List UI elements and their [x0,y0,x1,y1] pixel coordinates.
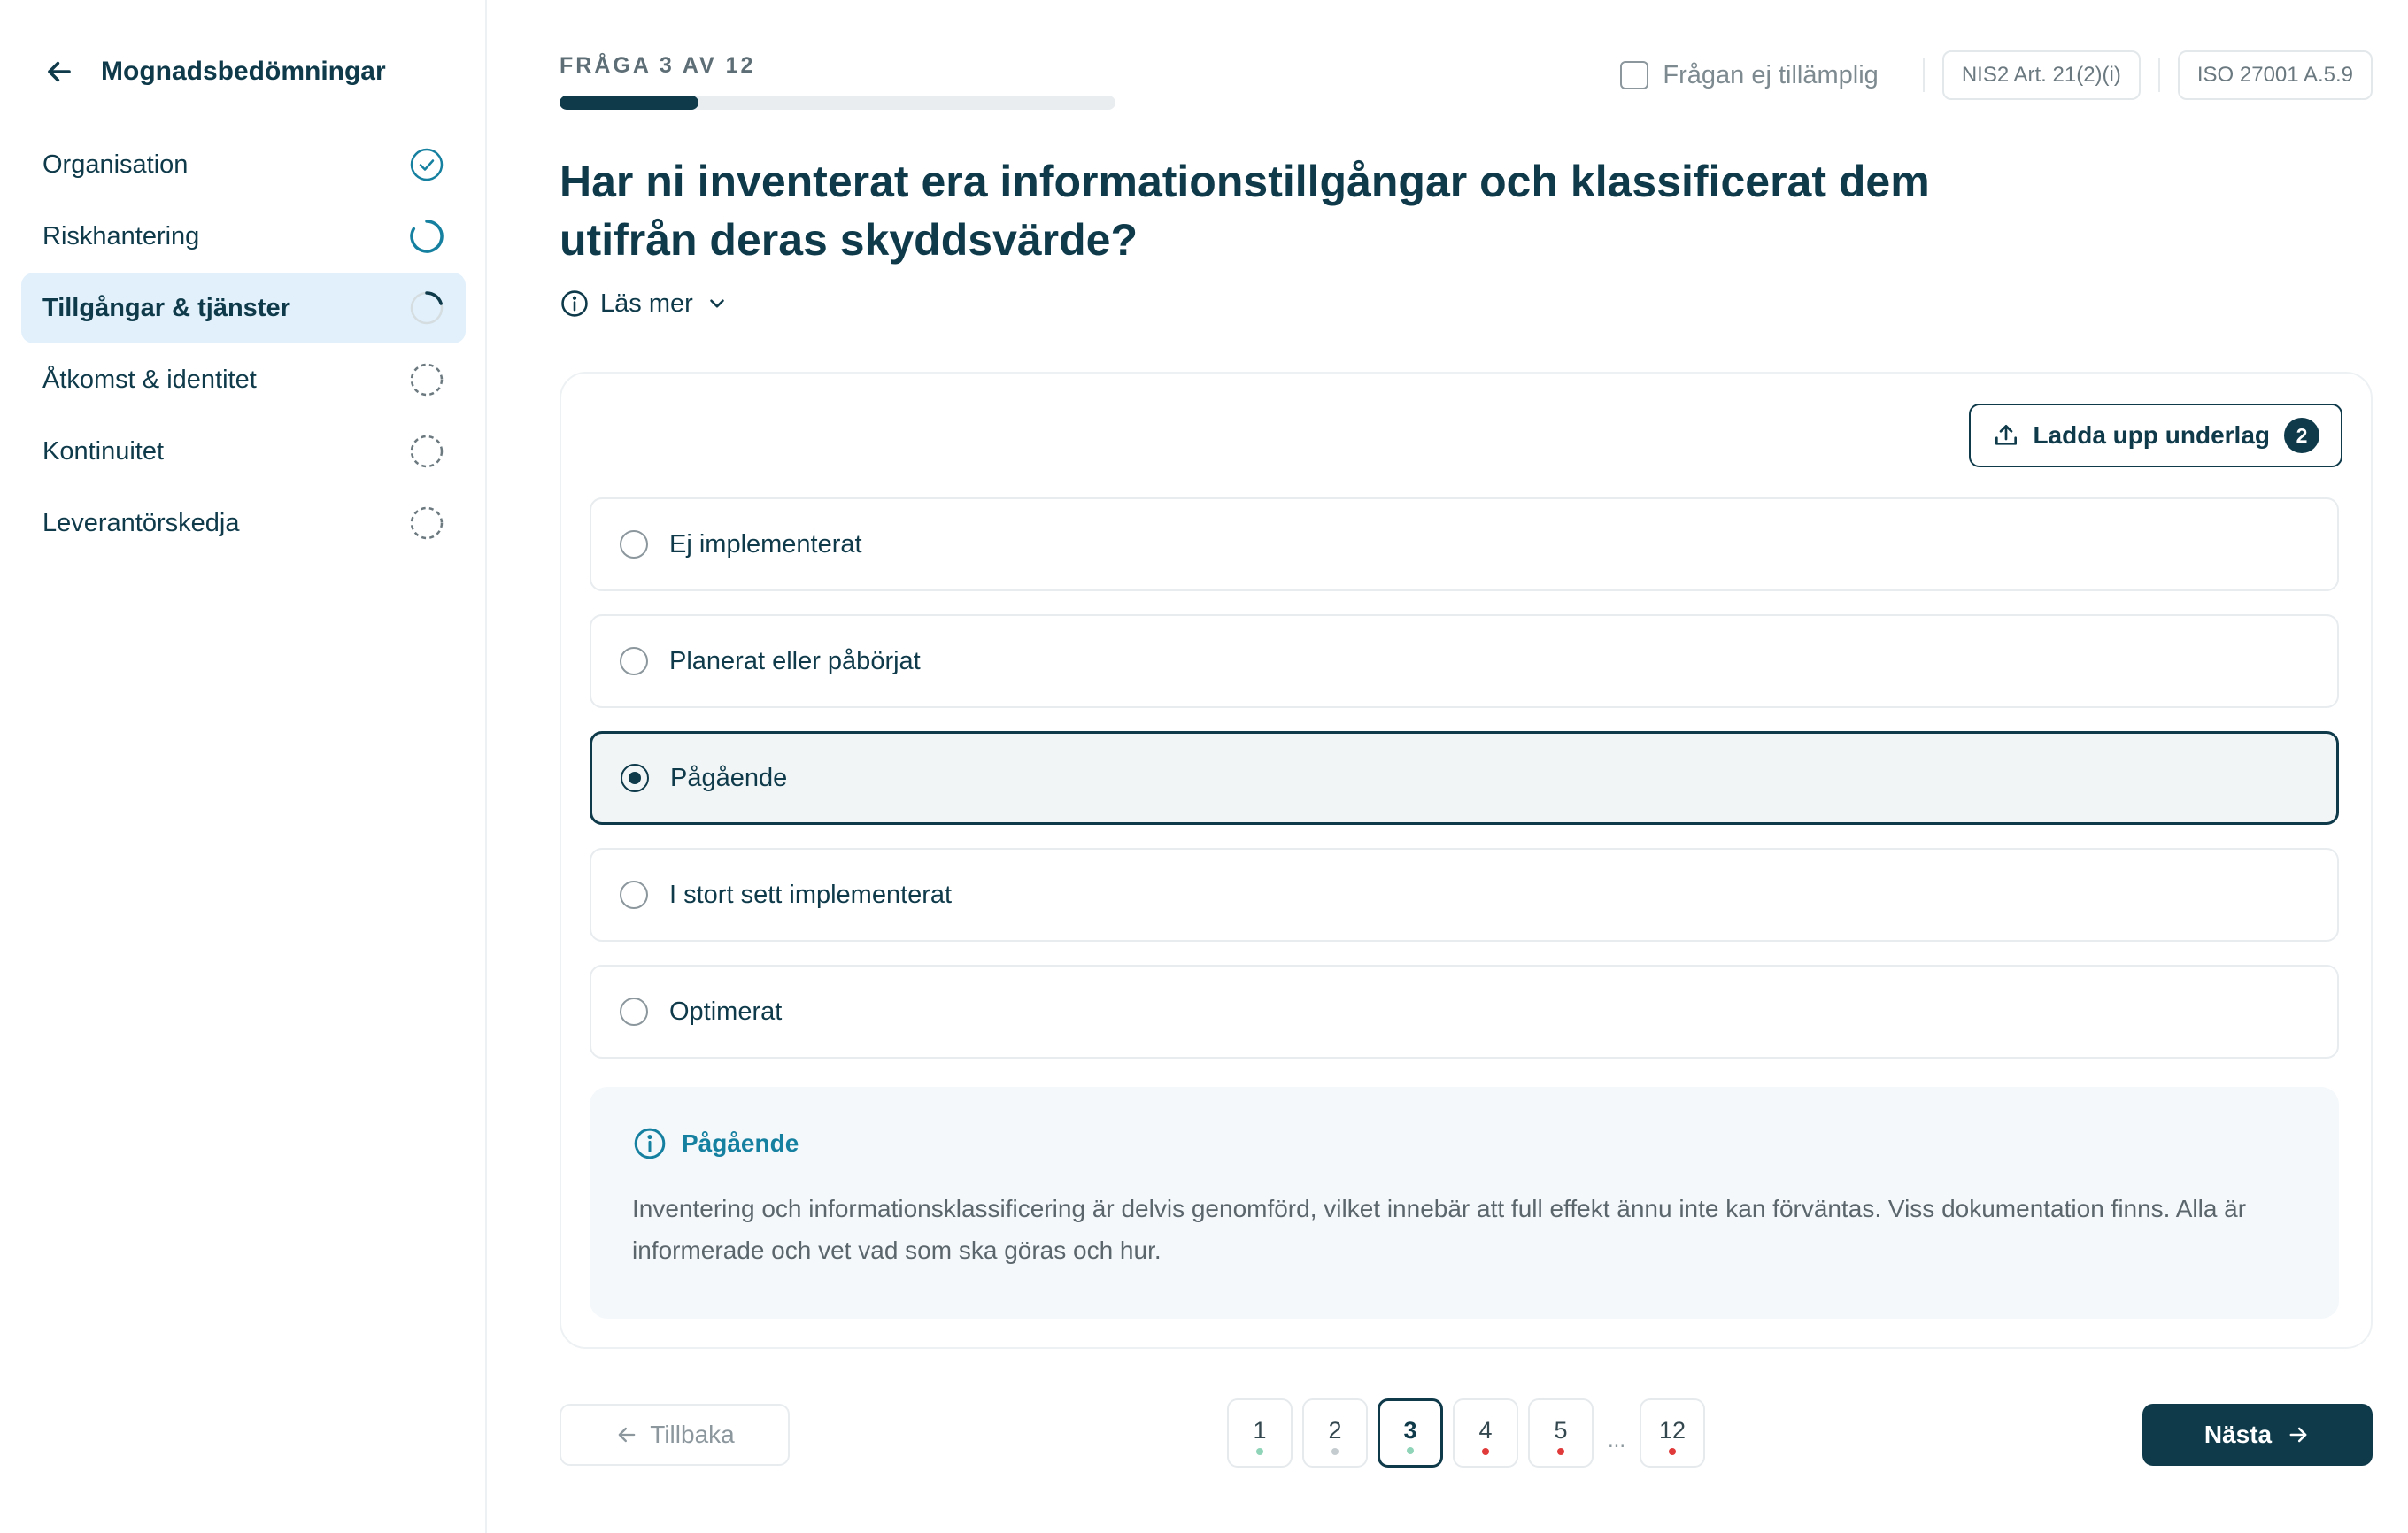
chevron-down-icon [709,299,724,308]
dashed-circle-icon [409,362,444,397]
page-status-dot [1331,1448,1339,1455]
level-description-title: Pågående [682,1129,799,1157]
question-progress-bar [560,96,1115,110]
page-number: 1 [1253,1416,1267,1444]
section-nav: Organisation Riskhantering Tillgångar & … [21,129,466,559]
option-optimerat[interactable]: Optimerat [590,965,2339,1059]
info-icon [561,290,588,317]
nis2-reference-tag: NIS2 Art. 21(2)(i) [1941,50,2141,100]
page-button-4[interactable]: 4 [1453,1398,1518,1468]
question-title: Har ni inventerat era informationstillgå… [560,157,1930,265]
sidebar-item-label: Organisation [42,150,189,179]
page-number: 4 [1478,1416,1493,1444]
sidebar-item-label: Åtkomst & identitet [42,365,257,394]
page-number: 2 [1328,1416,1342,1444]
page-status-dot [1407,1447,1414,1454]
page-status-dot [1482,1448,1489,1455]
radio-button[interactable] [620,998,648,1026]
upload-evidence-button[interactable]: Ladda upp underlag 2 [1969,404,2342,467]
page-button-5[interactable]: 5 [1528,1398,1594,1468]
upload-count-badge: 2 [2284,418,2319,453]
page-number: 3 [1403,1416,1417,1444]
upload-icon [1995,425,2018,445]
arrow-left-icon [48,61,71,82]
sidebar-item-label: Tillgångar & tjänster [42,293,290,322]
next-button[interactable]: Nästa [2142,1404,2373,1466]
sidebar: Mognadsbedömningar Organisation Riskhant… [0,0,487,1533]
back-to-assessments-link[interactable]: Mognadsbedömningar [42,51,386,92]
divider [1922,58,1925,92]
not-applicable-checkbox[interactable]: Frågan ej tillämplig [1620,60,1879,90]
radio-dot [629,772,641,784]
read-more-label: Läs mer [600,289,693,318]
radio-button[interactable] [620,530,648,559]
read-more-toggle[interactable]: Läs mer [560,289,729,319]
option-label: Pågående [670,763,788,792]
progress-ring-icon [409,290,444,326]
arrow-right-icon [2289,1427,2307,1443]
sidebar-item-atkomst-identitet[interactable]: Åtkomst & identitet [21,344,466,415]
upload-label: Ladda upp underlag [2033,421,2270,449]
option-label: Optimerat [669,997,783,1026]
option-ej-implementerat[interactable]: Ej implementerat [590,497,2339,591]
main-content: FRÅGA 3 AV 12 Frågan ej tillämplig NIS2 … [560,0,2373,1533]
radio-button[interactable] [620,881,648,909]
sidebar-item-label: Riskhantering [42,221,200,250]
sidebar-item-riskhantering[interactable]: Riskhantering [21,201,466,272]
progress-fill [560,96,698,110]
sidebar-item-label: Leverantörskedja [42,508,240,537]
question-meta: Frågan ej tillämplig NIS2 Art. 21(2)(i) … [1620,50,2373,101]
question-pagination: 1 2 3 4 5 ... 12 [1227,1398,1715,1468]
not-applicable-label: Frågan ej tillämplig [1663,60,1879,89]
back-button[interactable]: Tillbaka [560,1404,790,1466]
sidebar-title: Mognadsbedömningar [101,57,386,86]
check-circle-icon [409,147,444,182]
page-status-dot [1256,1448,1263,1455]
dashed-circle-icon [409,434,444,469]
sidebar-item-organisation[interactable]: Organisation [21,129,466,200]
option-i-stort-sett-implementerat[interactable]: I stort sett implementerat [590,848,2339,942]
pagination-ellipsis: ... [1608,1429,1626,1452]
answer-options: Ej implementerat Planerat eller påbörjat… [590,497,2339,1082]
option-label: Planerat eller påbörjat [669,646,921,675]
arrow-left-icon [618,1427,636,1443]
option-pagaende[interactable]: Pågående [590,731,2339,825]
option-label: Ej implementerat [669,529,862,559]
page-status-dot [1557,1448,1564,1455]
page-status-dot [1669,1448,1677,1455]
iso-reference-tag: ISO 27001 A.5.9 [2177,50,2373,100]
sidebar-item-label: Kontinuitet [42,436,165,466]
answer-card: Ladda upp underlag 2 Ej implementerat Pl… [560,372,2373,1349]
page-button-12[interactable]: 12 [1640,1398,1706,1468]
level-description-header: Pågående [632,1126,2296,1161]
sidebar-item-kontinuitet[interactable]: Kontinuitet [21,416,466,487]
back-button-label: Tillbaka [650,1421,735,1448]
next-button-label: Nästa [2203,1421,2273,1448]
page-number: 5 [1554,1416,1568,1444]
sidebar-item-leverantorskedja[interactable]: Leverantörskedja [21,488,466,559]
level-description-box: Pågående Inventering och informationskla… [590,1087,2339,1319]
sidebar-item-tillgangar-tjanster[interactable]: Tillgångar & tjänster [21,273,466,343]
radio-button[interactable] [620,647,648,675]
checkbox-box[interactable] [1620,61,1649,89]
divider [2157,58,2160,92]
info-icon [634,1128,666,1159]
question-counter: FRÅGA 3 AV 12 [560,53,756,78]
progress-ring-icon [409,219,444,254]
option-label: I stort sett implementerat [669,880,953,909]
level-description-text: Inventering och informationsklassificeri… [632,1195,2247,1264]
dashed-circle-icon [409,505,444,541]
page-button-3-current[interactable]: 3 [1378,1398,1443,1468]
option-planerat-eller-paborjat[interactable]: Planerat eller påbörjat [590,614,2339,708]
radio-button-selected[interactable] [621,764,649,792]
page-button-2[interactable]: 2 [1302,1398,1368,1468]
page-button-1[interactable]: 1 [1227,1398,1293,1468]
page-number: 12 [1658,1416,1686,1444]
